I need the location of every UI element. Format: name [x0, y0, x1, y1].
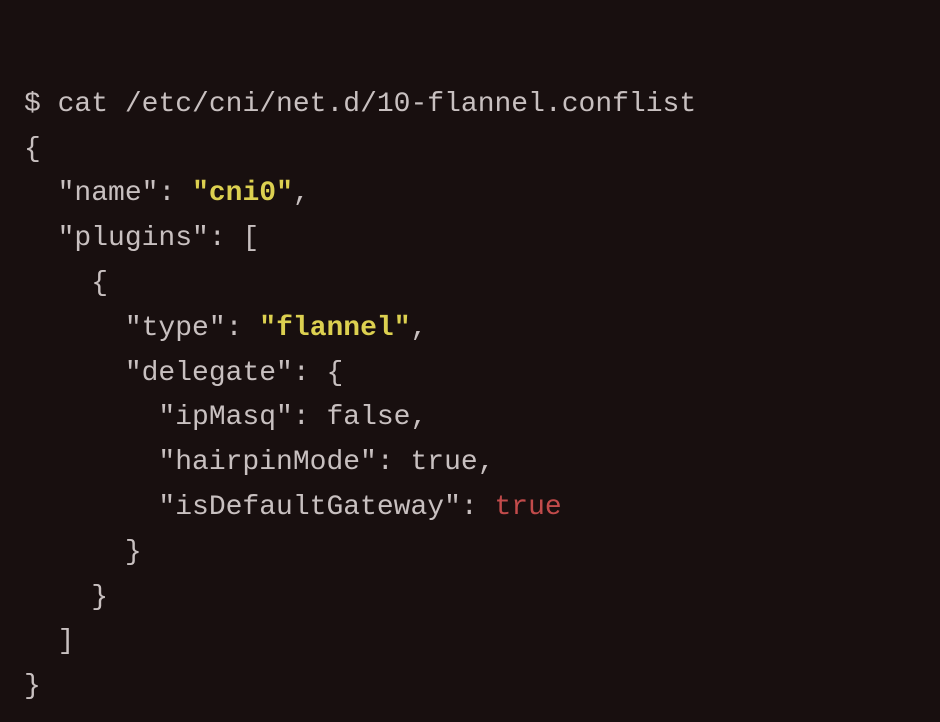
- json-type-value: "flannel": [259, 313, 410, 344]
- colon: :: [461, 492, 478, 523]
- json-ipmasq-value: false: [326, 402, 410, 433]
- colon: :: [158, 178, 175, 209]
- json-delegate-key: "delegate": [125, 358, 293, 389]
- command-text: cat /etc/cni/net.d/10-flannel.conflist: [58, 89, 697, 120]
- json-plugin-close: }: [91, 582, 108, 613]
- colon: :: [377, 447, 394, 478]
- comma: ,: [293, 178, 310, 209]
- comma: ,: [478, 447, 495, 478]
- json-open-brace: {: [24, 134, 41, 165]
- colon: :: [293, 358, 310, 389]
- json-delegate-close: }: [125, 537, 142, 568]
- json-plugins-key: "plugins": [58, 223, 209, 254]
- json-gateway-key: "isDefaultGateway": [158, 492, 460, 523]
- prompt-symbol: $: [24, 89, 41, 120]
- colon: :: [293, 402, 310, 433]
- json-delegate-open: {: [326, 358, 343, 389]
- json-name-key: "name": [58, 178, 159, 209]
- prompt-line: $ cat /etc/cni/net.d/10-flannel.conflist: [24, 89, 696, 120]
- json-open-bracket: [: [242, 223, 259, 254]
- json-hairpin-value: true: [410, 447, 477, 478]
- json-name-value: "cni0": [192, 178, 293, 209]
- colon: :: [209, 223, 226, 254]
- colon: :: [226, 313, 243, 344]
- json-type-key: "type": [125, 313, 226, 344]
- json-close-brace: }: [24, 671, 41, 702]
- json-ipmasq-key: "ipMasq": [158, 402, 292, 433]
- comma: ,: [411, 313, 428, 344]
- terminal-output: $ cat /etc/cni/net.d/10-flannel.conflist…: [24, 38, 916, 710]
- json-close-bracket: ]: [58, 626, 75, 657]
- json-gateway-value: true: [495, 492, 562, 523]
- json-plugin-open: {: [91, 268, 108, 299]
- comma: ,: [410, 402, 427, 433]
- json-hairpin-key: "hairpinMode": [158, 447, 376, 478]
